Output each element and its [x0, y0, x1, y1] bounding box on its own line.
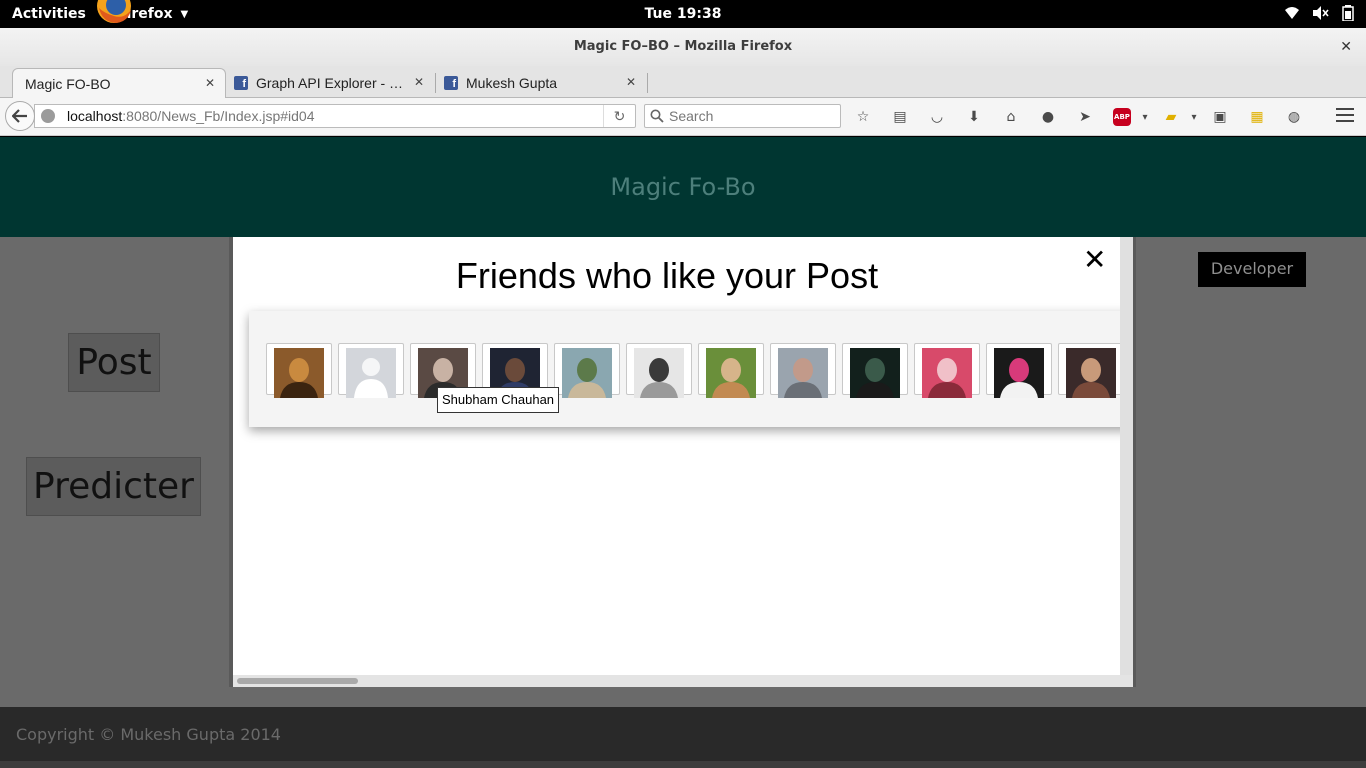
developer-button[interactable]: Developer: [1198, 252, 1306, 287]
chevron-down-icon[interactable]: ▾: [1189, 106, 1199, 128]
friend-avatar[interactable]: [770, 343, 836, 398]
friend-avatar[interactable]: [266, 343, 332, 398]
vertical-scrollbar[interactable]: [1120, 237, 1133, 675]
friend-avatar[interactable]: [338, 343, 404, 398]
tab-close-icon[interactable]: ✕: [626, 75, 636, 89]
friend-name-tooltip: Shubham Chauhan: [437, 387, 560, 413]
post-button[interactable]: Post: [68, 333, 160, 392]
blond-guy-photo-icon: [706, 348, 756, 398]
system-tray[interactable]: [1284, 5, 1354, 21]
site-title: Magic Fo-Bo: [610, 173, 756, 201]
site-identity-icon[interactable]: [41, 109, 55, 123]
footer: Copyright © Mukesh Gupta 2014: [0, 707, 1366, 761]
tab-separator: [647, 73, 648, 93]
friends-list: Shubham Chauhan: [249, 311, 1120, 427]
chat-icon[interactable]: ●: [1037, 106, 1059, 128]
collage-photo-icon: [922, 348, 972, 398]
friends-modal: Friends who like your Post ✕ Shubham Cha…: [233, 237, 1120, 675]
horizontal-scrollbar[interactable]: [233, 675, 1133, 687]
back-arrow-icon: [12, 109, 27, 123]
tab-graph-api-explorer[interactable]: f Graph API Explorer - … ✕: [222, 68, 436, 98]
group-photo-icon: [1066, 348, 1116, 398]
sunglasses-guy-photo-icon: [850, 348, 900, 398]
search-box[interactable]: [644, 104, 841, 128]
scrollbar-thumb[interactable]: [237, 678, 358, 684]
bookmark-star-icon[interactable]: ☆: [852, 106, 874, 128]
bottom-strip: [0, 761, 1366, 768]
pink-shirt-photo-icon: [994, 348, 1044, 398]
tab-mukesh-gupta[interactable]: f Mukesh Gupta ✕: [432, 68, 648, 98]
search-input[interactable]: [669, 108, 829, 124]
reload-icon[interactable]: ↻: [603, 105, 635, 127]
tab-label: Graph API Explorer - …: [256, 75, 404, 91]
chevron-down-icon[interactable]: ▾: [1140, 106, 1150, 128]
info-addon-icon[interactable]: ▦: [1246, 106, 1268, 128]
facebook-icon: f: [234, 76, 248, 90]
navigation-toolbar: localhost:8080/News_Fb/Index.jsp#id04 ↻ …: [0, 98, 1366, 136]
friend-avatar[interactable]: [842, 343, 908, 398]
reading-list-icon[interactable]: ▤: [889, 106, 911, 128]
default-profile-silhouette-icon: [346, 348, 396, 398]
folder-addon-icon[interactable]: ▰: [1160, 106, 1182, 128]
friend-avatar[interactable]: [1058, 343, 1120, 398]
url-text[interactable]: localhost:8080/News_Fb/Index.jsp#id04: [67, 108, 315, 124]
system-top-bar: Activities Firefox ▼ Tue 19:38: [0, 0, 1366, 28]
tab-close-icon[interactable]: ✕: [205, 76, 215, 90]
home-icon[interactable]: ⌂: [1000, 106, 1022, 128]
monochrome-portrait-photo-icon: [634, 348, 684, 398]
landscape-man-photo-icon: [778, 348, 828, 398]
url-bar[interactable]: localhost:8080/News_Fb/Index.jsp#id04 ↻: [34, 104, 636, 128]
clock[interactable]: Tue 19:38: [0, 6, 1366, 22]
pocket-icon[interactable]: ◡: [926, 106, 948, 128]
facebook-icon: f: [444, 76, 458, 90]
outdoor-lake-photo-icon: [562, 348, 612, 398]
tab-strip: Magic FO-BO ✕ f Graph API Explorer - … ✕…: [0, 66, 1366, 160]
friend-avatar[interactable]: [698, 343, 764, 398]
friend-avatar[interactable]: [554, 343, 620, 398]
window-title: Magic FO–BO – Mozilla Firefox: [573, 39, 793, 54]
window-title-bar: Magic FO–BO – Mozilla Firefox ✕: [0, 28, 1366, 66]
tab-label: Magic FO-BO: [25, 75, 111, 92]
privacy-badger-icon[interactable]: ◍: [1283, 106, 1305, 128]
lion-photo-icon: [274, 348, 324, 398]
modal-title: Friends who like your Post: [455, 255, 879, 296]
site-header: Magic Fo-Bo: [0, 137, 1366, 237]
download-icon[interactable]: ⬇: [963, 106, 985, 128]
battery-icon: [1342, 5, 1354, 21]
web-page: Magic Fo-Bo Post Predicter Developer Cop…: [0, 137, 1366, 768]
toolbar-icons: ☆ ▤ ◡ ⬇ ⌂ ● ➤ ABP ▾ ▰ ▾ ▣ ▦ ◍: [852, 106, 1320, 128]
friend-avatar[interactable]: [986, 343, 1052, 398]
window-close-icon[interactable]: ✕: [1340, 28, 1352, 66]
tab-label: Mukesh Gupta: [466, 75, 558, 91]
friend-avatar[interactable]: [914, 343, 980, 398]
wifi-icon: [1285, 7, 1299, 19]
volume-muted-icon: [1313, 6, 1329, 20]
back-button[interactable]: [5, 101, 35, 131]
s-addon-icon[interactable]: ▣: [1209, 106, 1231, 128]
search-icon: [650, 109, 664, 123]
copyright-text: Copyright © Mukesh Gupta 2014: [16, 725, 281, 744]
tab-magic-fobo[interactable]: Magic FO-BO ✕: [12, 68, 226, 98]
predicter-button[interactable]: Predicter: [26, 457, 201, 516]
hamburger-menu-icon[interactable]: [1336, 108, 1354, 126]
close-icon[interactable]: ✕: [1083, 243, 1106, 276]
tab-close-icon[interactable]: ✕: [414, 75, 424, 89]
adblock-plus-icon[interactable]: ABP: [1111, 106, 1133, 128]
friend-avatar[interactable]: [626, 343, 692, 398]
send-icon[interactable]: ➤: [1074, 106, 1096, 128]
